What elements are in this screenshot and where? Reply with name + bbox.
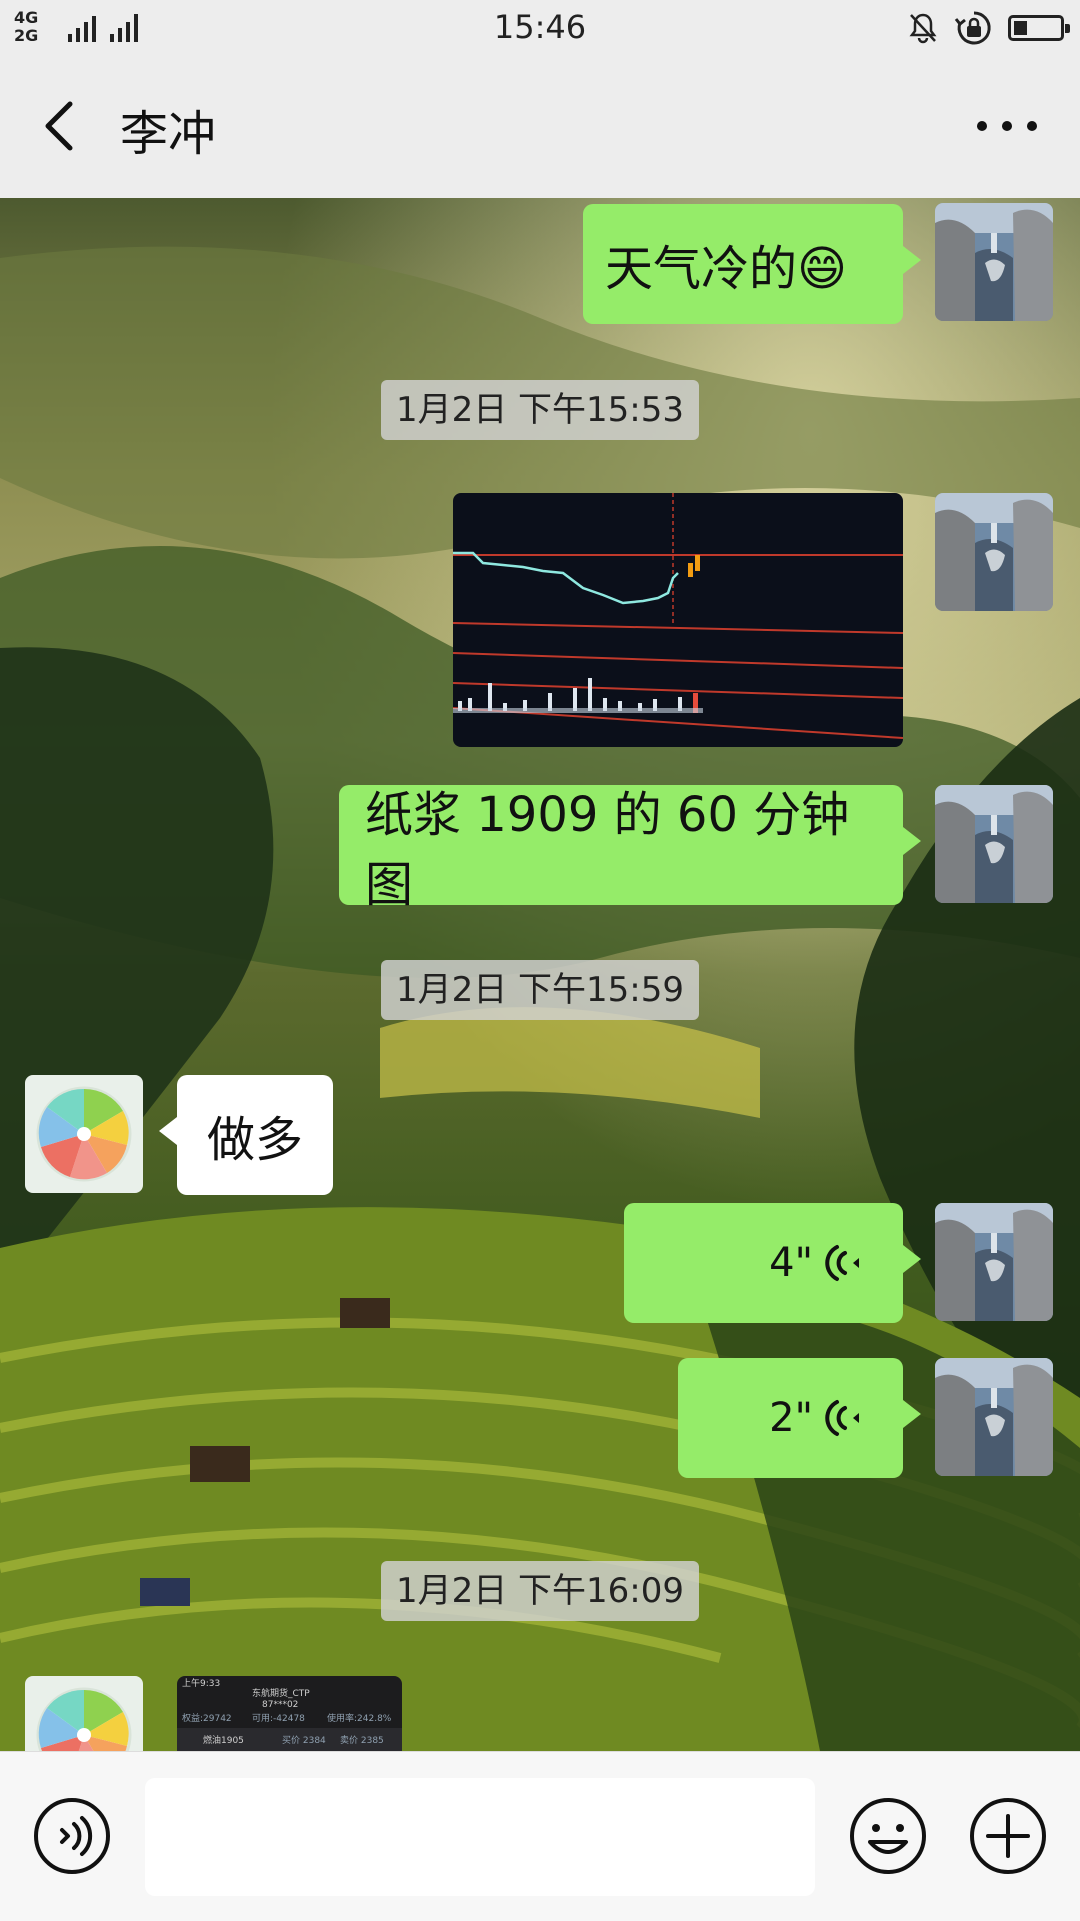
screenshot-contract: 燃油1905 [203, 1736, 244, 1746]
my-avatar[interactable] [935, 203, 1053, 321]
chevron-left-icon[interactable] [30, 96, 90, 156]
message-timestamp: 1月2日 下午16:09 [381, 1561, 699, 1621]
my-avatar[interactable] [935, 493, 1053, 611]
chat-area[interactable]: 天气冷的😄 1月2日 下午15:53 纸浆 1909 的 60 分钟图 1月2日… [0, 198, 1080, 1751]
voice-duration: 4" [769, 1240, 813, 1286]
contact-avatar[interactable] [25, 1676, 143, 1751]
message-bubble-out[interactable]: 纸浆 1909 的 60 分钟图 [339, 785, 921, 913]
my-avatar[interactable] [935, 1203, 1053, 1321]
screenshot-available: 可用:-42478 [252, 1714, 305, 1724]
my-avatar[interactable] [935, 785, 1053, 903]
image-message-screenshot[interactable]: 上午9:33 东航期货_CTP 87***02 权益:29742 可用:-424… [177, 1676, 402, 1751]
chart-photo [453, 493, 903, 747]
rotation-lock-icon [954, 11, 991, 45]
screenshot-account: 87***02 [262, 1700, 299, 1710]
screenshot-broker: 东航期货_CTP [252, 1689, 310, 1699]
my-avatar[interactable] [935, 1358, 1053, 1476]
input-bar [0, 1751, 1080, 1921]
more-dots-icon[interactable] [974, 114, 1040, 138]
screenshot-equity: 权益:29742 [182, 1714, 232, 1724]
image-message-chart[interactable] [453, 493, 903, 747]
my-avatar-image [935, 493, 1053, 611]
my-avatar-image [935, 1358, 1053, 1476]
my-avatar-image [935, 203, 1053, 321]
voice-message-bubble[interactable]: 4" [624, 1203, 921, 1323]
screenshot-usage: 使用率:242.8% [327, 1714, 392, 1724]
contact-avatar-image [25, 1676, 143, 1751]
voice-message-bubble[interactable]: 2" [678, 1358, 921, 1478]
message-text: 纸浆 1909 的 60 分钟图 [365, 787, 850, 913]
my-avatar-image [935, 785, 1053, 903]
message-bubble-out[interactable]: 天气冷的😄 [583, 204, 921, 324]
battery-icon [1008, 15, 1070, 41]
chat-title: 李冲 [120, 106, 217, 162]
voice-wave-icon [825, 1245, 859, 1281]
my-avatar-image [935, 1203, 1053, 1321]
voice-duration: 2" [769, 1395, 813, 1441]
message-text: 做多 [206, 1112, 303, 1168]
chat-header: 李冲 [0, 56, 1080, 198]
contact-avatar-image [25, 1075, 143, 1193]
message-bubble-in[interactable]: 做多 [159, 1075, 333, 1195]
status-bar: 4G 2G 15:46 [0, 0, 1080, 56]
message-timestamp: 1月2日 下午15:53 [381, 380, 699, 440]
message-text: 天气冷的😄 [605, 241, 848, 297]
message-timestamp: 1月2日 下午15:59 [381, 960, 699, 1020]
screenshot-ask: 卖价 2385 [340, 1736, 384, 1746]
screenshot-time: 上午9:33 [182, 1679, 221, 1689]
contact-avatar[interactable] [25, 1075, 143, 1193]
emoji-icon[interactable] [848, 1796, 928, 1876]
screenshot-bid: 买价 2384 [282, 1736, 326, 1746]
plus-icon[interactable] [968, 1796, 1048, 1876]
mute-bell-icon [909, 13, 937, 44]
voice-wave-icon [825, 1400, 859, 1436]
voice-input-icon[interactable] [32, 1796, 112, 1876]
message-input[interactable] [145, 1778, 815, 1896]
battery-fill [1014, 21, 1027, 35]
status-right-icons [906, 8, 1070, 48]
